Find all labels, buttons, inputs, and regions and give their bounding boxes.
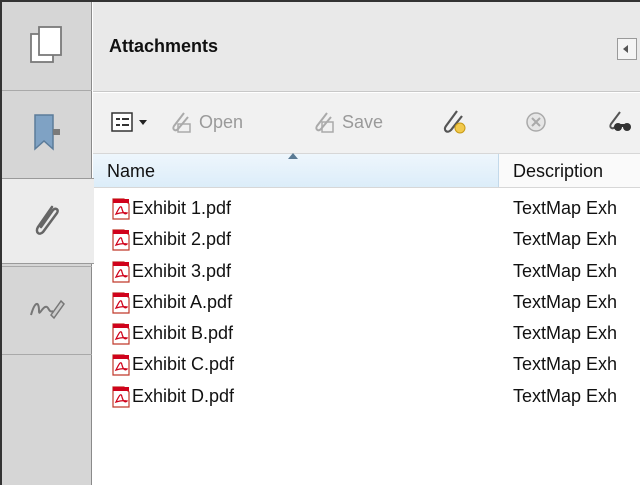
save-clip-icon [315, 112, 334, 133]
open-clip-icon [172, 112, 191, 133]
attachments-toolbar: Open Save [93, 93, 640, 153]
arrow-left-icon [623, 45, 628, 53]
column-description-label: Description [513, 161, 604, 181]
pages-panel-button[interactable] [2, 2, 92, 88]
attachment-name: Exhibit 3.pdf [132, 260, 232, 281]
options-menu-button[interactable] [111, 107, 148, 137]
attachment-name: Exhibit 1.pdf [132, 198, 232, 218]
dropdown-arrow-icon [139, 120, 147, 125]
attachment-description: TextMap Exh [513, 385, 618, 406]
panel-title: Attachments [109, 36, 219, 56]
pdf-file-icon [112, 386, 130, 408]
attachment-name: Exhibit A.pdf [132, 291, 233, 312]
delete-attachment-button[interactable] [525, 107, 547, 137]
table-row[interactable]: Exhibit C.pdf TextMap Exh [93, 350, 640, 381]
signatures-panel-button[interactable] [2, 266, 92, 352]
column-name-label: Name [107, 161, 156, 181]
attachment-description: TextMap Exh [513, 323, 618, 344]
pdf-file-icon [112, 323, 130, 345]
pages-icon [30, 26, 62, 63]
save-attachment-button[interactable]: Save [312, 107, 383, 137]
table-row[interactable]: Exhibit A.pdf TextMap Exh [93, 288, 640, 319]
attachment-name: Exhibit 2.pdf [132, 229, 232, 250]
bookmarks-panel-button[interactable] [2, 90, 92, 176]
pdf-file-icon [112, 292, 130, 314]
attachments-panel-button[interactable] [2, 178, 94, 264]
attachment-description: TextMap Exh [513, 291, 618, 312]
panel-header: Attachments [93, 2, 640, 92]
column-header-name[interactable]: Name [93, 153, 499, 187]
column-header-description[interactable]: Description [499, 154, 640, 187]
search-attachments-button[interactable] [607, 107, 633, 137]
attachment-name: Exhibit B.pdf [132, 323, 234, 344]
open-label: Open [199, 111, 244, 132]
add-attachment-button[interactable] [441, 107, 467, 137]
navigation-rail [2, 2, 94, 485]
attachments-table-header: Name Description [93, 153, 640, 188]
table-row[interactable]: Exhibit 2.pdf TextMap Exh [93, 225, 640, 256]
attachment-description: TextMap Exh [513, 229, 618, 250]
pdf-file-icon [112, 229, 130, 251]
attachment-name: Exhibit D.pdf [132, 385, 235, 406]
delete-icon [526, 112, 546, 132]
paperclip-icon [35, 205, 59, 235]
sort-ascending-icon [288, 153, 298, 159]
attachments-list: Exhibit 1.pdf TextMap Exh Exhibit 2.pdf … [93, 194, 640, 413]
attachments-window: Attachments Open Save Name Description E… [0, 0, 640, 485]
list-options-icon [111, 112, 133, 132]
table-row[interactable]: Exhibit D.pdf TextMap Exh [93, 382, 640, 413]
table-row[interactable]: Exhibit B.pdf TextMap Exh [93, 319, 640, 350]
attachment-description: TextMap Exh [513, 354, 618, 375]
add-file-icon [443, 110, 466, 134]
bookmark-icon [34, 114, 60, 151]
table-row[interactable]: Exhibit 3.pdf TextMap Exh [93, 257, 640, 288]
pdf-file-icon [112, 260, 130, 283]
attachment-description: TextMap Exh [513, 260, 618, 281]
attachment-description: TextMap Exh [513, 198, 618, 218]
table-row[interactable]: Exhibit 1.pdf TextMap Exh [93, 194, 640, 225]
pdf-file-icon [112, 354, 130, 377]
save-label: Save [342, 111, 384, 132]
open-attachment-button[interactable]: Open [169, 107, 243, 137]
pdf-file-icon [112, 198, 130, 220]
binoculars-icon [609, 111, 631, 131]
attachment-name: Exhibit C.pdf [132, 354, 235, 375]
signature-icon [30, 299, 65, 320]
panel-options-button[interactable] [617, 38, 637, 60]
